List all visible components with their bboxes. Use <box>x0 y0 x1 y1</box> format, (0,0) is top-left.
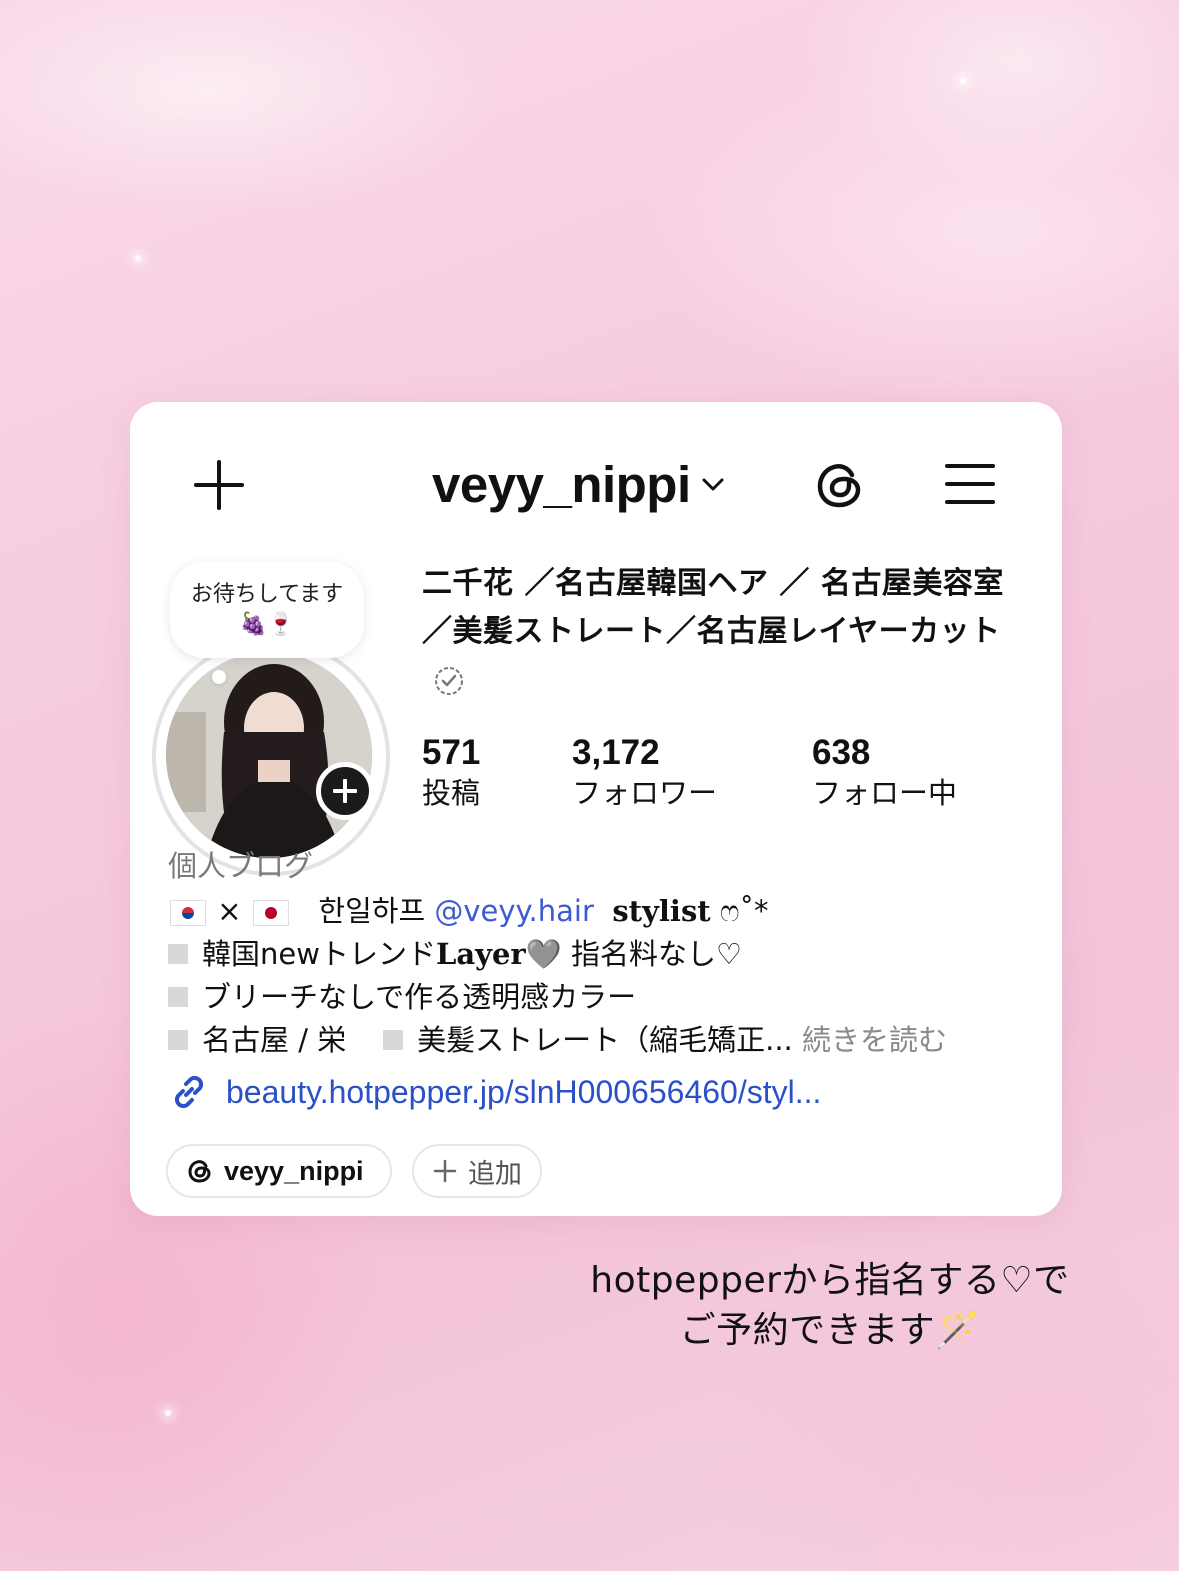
stat-label: 投稿 <box>422 776 481 810</box>
profile-category: 個人ブログ <box>168 849 314 883</box>
bio-layer-text: Layer <box>435 937 526 971</box>
display-name-text: 二千花 ／名古屋韓国ヘア ／ 名古屋美容室／美髪ストレート／名古屋レイヤーカット <box>422 566 1004 649</box>
profile-bio: × 한일하프 @veyy.hair stylist ෆ˚* 韓国newトレンドL… <box>168 890 1028 1062</box>
stat-following[interactable]: 638 フォロー中 <box>812 732 957 812</box>
account-switcher[interactable]: veyy_nippi <box>432 452 725 516</box>
bio-line: 韓国newトレンドLayer🩶 指名料なし♡ <box>168 933 1028 976</box>
stat-value: 3,172 <box>572 733 660 772</box>
profile-stats: 571 投稿 3,172 フォロワー 638 フォロー中 <box>422 732 1022 822</box>
bullet-square-icon <box>383 1030 404 1050</box>
username: veyy_nippi <box>432 455 691 513</box>
bio-text: 🩶 指名料なし♡ <box>525 937 743 971</box>
threads-icon <box>188 1160 211 1183</box>
sparkle-decoration <box>960 78 966 84</box>
avatar-story[interactable] <box>152 638 390 876</box>
plus-icon <box>433 1159 457 1183</box>
sparkle-decoration <box>135 255 141 261</box>
add-story-button[interactable] <box>316 762 374 820</box>
promo-caption: hotpepperから指名する♡で ご予約できます🪄 <box>520 1256 1140 1356</box>
menu-line <box>945 500 995 504</box>
caption-line: ご予約できます🪄 <box>679 1310 981 1351</box>
bio-stylist-text: stylist <box>612 894 711 928</box>
chevron-down-icon <box>702 478 724 491</box>
stat-followers[interactable]: 3,172 フォロワー <box>572 732 717 812</box>
add-pill-label: 追加 <box>468 1158 522 1190</box>
bio-korean-text: 한일하프 <box>318 894 426 928</box>
threads-profile-pill[interactable]: veyy_nippi <box>166 1144 392 1198</box>
menu-line <box>945 482 995 486</box>
sparkle-decoration <box>165 1410 171 1416</box>
display-name: 二千花 ／名古屋韓国ヘア ／ 名古屋美容室／美髪ストレート／名古屋レイヤーカット <box>422 560 1032 704</box>
bio-separator: × <box>217 894 242 928</box>
bio-line: × 한일하프 @veyy.hair stylist ෆ˚* <box>168 890 1028 933</box>
menu-line <box>945 464 995 468</box>
stat-label: フォロー中 <box>812 776 958 810</box>
verified-badge-icon <box>435 666 463 695</box>
bio-text: ブリーチなしで作る透明感カラー <box>202 980 637 1014</box>
japan-flag-icon <box>252 900 289 926</box>
bio-deco-text: ෆ˚* <box>719 894 769 928</box>
link-icon <box>174 1075 204 1109</box>
bio-line: ブリーチなしで作る透明感カラー <box>168 976 1028 1019</box>
link-url: beauty.hotpepper.jp/slnH000656460/styl..… <box>226 1073 822 1110</box>
stat-value: 638 <box>812 733 871 772</box>
bio-text: 韓国newトレンド <box>202 937 436 971</box>
threads-pill-label: veyy_nippi <box>224 1155 364 1186</box>
korea-flag-icon <box>170 900 206 926</box>
bio-line: 名古屋 / 栄 美髪ストレート（縮毛矯正... 続きを読む <box>168 1019 1028 1062</box>
menu-button[interactable] <box>945 462 997 506</box>
bullet-square-icon <box>168 1030 188 1050</box>
add-link-pill[interactable]: 追加 <box>412 1144 542 1198</box>
stat-label: フォロワー <box>572 776 718 810</box>
bio-text: 名古屋 / 栄 <box>202 1023 347 1057</box>
note-bubble-dot <box>212 670 226 684</box>
stat-value: 571 <box>422 733 481 772</box>
threads-icon[interactable] <box>812 457 868 513</box>
create-plus-button[interactable] <box>190 456 248 514</box>
avatar-photo <box>166 652 372 858</box>
note-text: お待ちしてます🍇🍷 <box>190 582 344 637</box>
bullet-square-icon <box>168 944 188 964</box>
note-bubble[interactable]: お待ちしてます🍇🍷 <box>170 562 364 658</box>
bio-mention-link[interactable]: @veyy.hair <box>434 894 594 928</box>
profile-card: veyy_nippi お待ちしてます🍇🍷 二千花 ／名古屋韓国ヘア ／ 名古屋美… <box>130 402 1062 1216</box>
avatar <box>166 652 372 858</box>
profile-link[interactable]: beauty.hotpepper.jp/slnH000656460/styl..… <box>168 1070 821 1114</box>
bio-text: 美髪ストレート（縮毛矯正... <box>417 1023 793 1057</box>
read-more-link[interactable]: 続きを読む <box>802 1023 947 1057</box>
bullet-square-icon <box>168 987 188 1007</box>
caption-line: hotpepperから指名する♡で <box>590 1260 1070 1301</box>
stat-posts[interactable]: 571 投稿 <box>422 732 480 812</box>
